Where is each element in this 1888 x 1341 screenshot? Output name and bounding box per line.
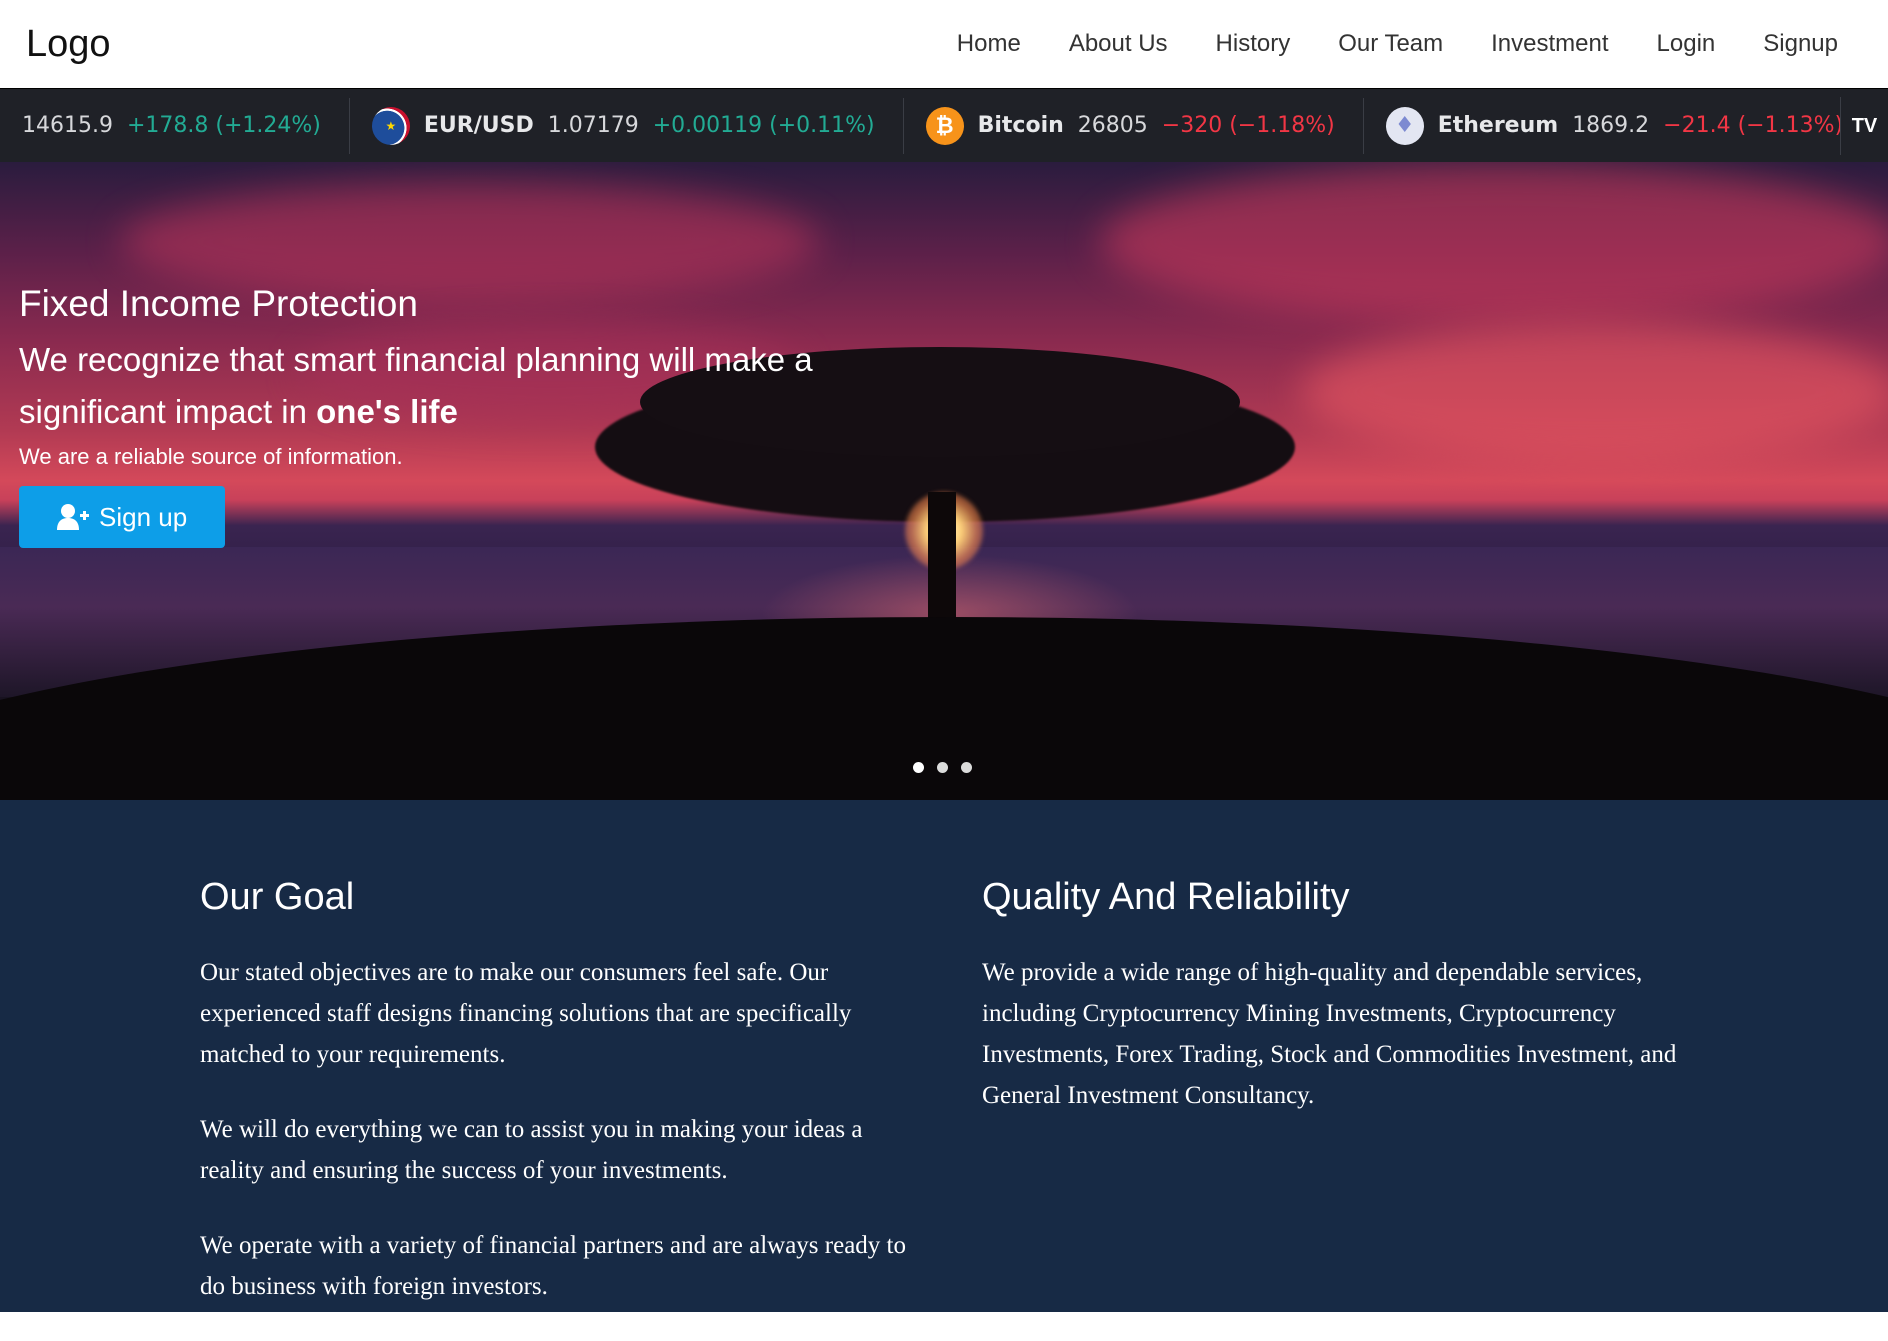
bitcoin-icon: ₿ xyxy=(925,106,964,145)
carousel-indicators xyxy=(913,762,972,773)
goal-paragraph: We will do everything we can to assist y… xyxy=(200,1116,863,1184)
hero-title: Fixed Income Protection xyxy=(19,283,418,324)
user-plus-icon xyxy=(57,504,89,530)
ticker-change: +178.8 (+1.24%) xyxy=(126,113,321,138)
hero-subtitle-bold: one's life xyxy=(316,393,458,430)
ticker-symbol: Ethereum xyxy=(1437,113,1559,138)
carousel-dot[interactable] xyxy=(937,762,948,773)
site-logo[interactable]: Logo xyxy=(26,23,111,66)
quality-paragraph: We provide a wide range of high-quality … xyxy=(982,959,1677,1109)
ticker-item[interactable]: ★ EUR/USD 1.07179 +0.00119 (+0.11%) xyxy=(350,97,904,154)
nav-history-link[interactable]: History xyxy=(1216,30,1291,58)
eur-usd-flag-icon: ★ xyxy=(371,106,410,145)
hero-tagline: We are a reliable source of information. xyxy=(19,444,403,469)
signup-button-label: Sign up xyxy=(99,501,188,532)
ticker-value: 26805 xyxy=(1077,113,1148,138)
ticker-change: −320 (−1.18%) xyxy=(1161,113,1335,138)
navbar: Logo Home About Us History Our Team Inve… xyxy=(0,0,1888,88)
goal-column: Our Goal Our stated objectives are to ma… xyxy=(200,874,920,1341)
sky-cloud xyxy=(1300,322,1888,462)
ticker-item[interactable]: 14615.9 +178.8 (+1.24%) xyxy=(0,97,350,154)
ticker-item[interactable]: ₿ Bitcoin 26805 −320 (−1.18%) xyxy=(904,97,1364,154)
hero-subtitle: We recognize that smart financial planni… xyxy=(19,334,919,438)
ticker-symbol: EUR/USD xyxy=(423,113,534,138)
info-section: Our Goal Our stated objectives are to ma… xyxy=(0,800,1888,1312)
goal-paragraph: We operate with a variety of financial p… xyxy=(200,1232,906,1300)
ticker-item[interactable]: ♦ Ethereum 1869.2 −21.4 (−1.13%) xyxy=(1364,97,1873,154)
nav-login-link[interactable]: Login xyxy=(1657,30,1716,58)
hero-caption: Fixed Income Protection We recognize tha… xyxy=(19,282,919,548)
hero-carousel: Fixed Income Protection We recognize tha… xyxy=(0,162,1888,800)
nav-home-link[interactable]: Home xyxy=(957,30,1021,58)
nav-signup-link[interactable]: Signup xyxy=(1763,30,1838,58)
ticker-change: +0.00119 (+0.11%) xyxy=(652,113,875,138)
ticker-value: 1869.2 xyxy=(1572,113,1650,138)
nav-investment-link[interactable]: Investment xyxy=(1491,30,1608,58)
ticker-symbol: Bitcoin xyxy=(977,113,1064,138)
goal-heading: Our Goal xyxy=(200,876,355,918)
carousel-dot[interactable] xyxy=(913,762,924,773)
ticker-value: 1.07179 xyxy=(547,113,639,138)
main-nav: Home About Us History Our Team Investmen… xyxy=(957,30,1862,58)
ethereum-icon: ♦ xyxy=(1385,106,1424,145)
signup-button[interactable]: Sign up xyxy=(19,486,226,548)
nav-about-us-link[interactable]: About Us xyxy=(1069,30,1168,58)
carousel-dot[interactable] xyxy=(961,762,972,773)
ticker-change: −21.4 (−1.13%) xyxy=(1663,113,1844,138)
ticker-value: 14615.9 xyxy=(22,113,113,138)
quality-column: Quality And Reliability We provide a wid… xyxy=(982,874,1722,1150)
goal-paragraph: Our stated objectives are to make our co… xyxy=(200,959,852,1068)
quality-heading: Quality And Reliability xyxy=(982,876,1350,918)
sky-cloud xyxy=(1100,162,1888,322)
tradingview-logo-icon[interactable]: TV xyxy=(1840,97,1888,155)
nav-our-team-link[interactable]: Our Team xyxy=(1338,30,1443,58)
ticker-tape: 14615.9 +178.8 (+1.24%) ★ EUR/USD 1.0717… xyxy=(0,88,1888,162)
